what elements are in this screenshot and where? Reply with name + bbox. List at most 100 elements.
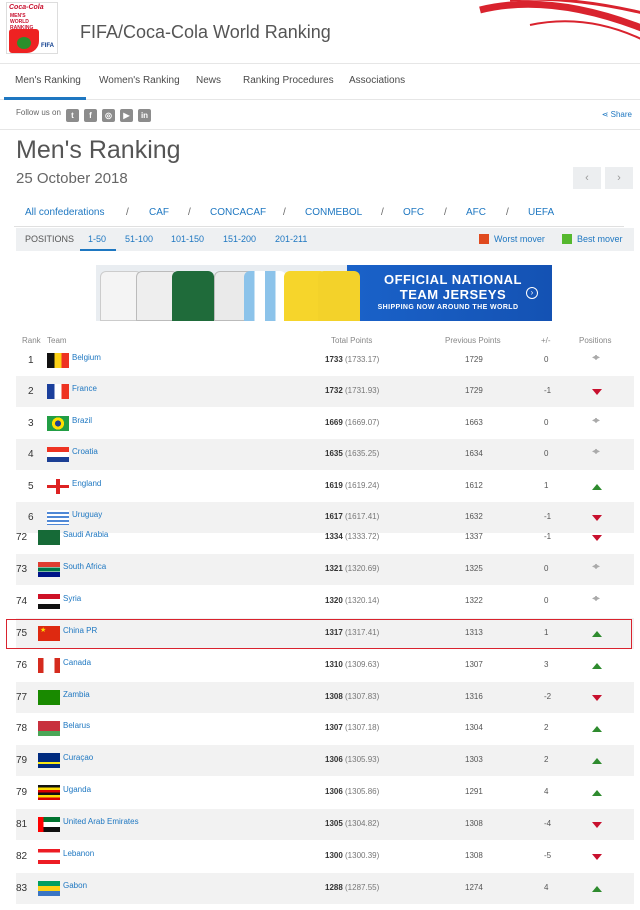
team-name-link[interactable]: Canada	[63, 658, 91, 667]
points-change: -1	[544, 512, 552, 521]
table-row[interactable]: 78 Belarus 1307 (1307.18) 1304 2	[16, 713, 634, 744]
nav-news[interactable]: News	[196, 75, 221, 86]
best-mover-swatch	[562, 234, 572, 244]
flag-zambia-icon	[38, 689, 60, 705]
table-row[interactable]: 76 Canada 1310 (1309.63) 1307 3	[16, 650, 634, 681]
conf-concacaf[interactable]: CONCACAF	[210, 207, 266, 218]
no-change-icon: ◂▸	[592, 592, 600, 604]
previous-points: 1308	[465, 819, 483, 829]
conf-afc[interactable]: AFC	[466, 207, 486, 218]
table-row[interactable]: 77 Zambia 1308 (1307.83) 1316 -2	[16, 681, 634, 713]
total-points-value: 1619	[325, 480, 343, 490]
team-name-link[interactable]: Zambia	[63, 690, 90, 699]
next-date-button[interactable]: ›	[605, 167, 633, 189]
team-name-link[interactable]: South Africa	[63, 562, 106, 571]
range-201-211[interactable]: 201-211	[275, 234, 307, 244]
total-points: 1669 (1669.07)	[325, 418, 379, 427]
range-active-indicator	[80, 249, 116, 251]
facebook-icon[interactable]: f	[84, 109, 97, 122]
team-name-link[interactable]: United Arab Emirates	[63, 817, 139, 826]
banner-subline: SHIPPING NOW AROUND THE WORLD	[377, 304, 519, 311]
flag-gabon-icon	[38, 880, 60, 896]
conf-caf[interactable]: CAF	[149, 207, 169, 218]
table-row[interactable]: 83 Gabon 1288 (1287.55) 1274 4	[16, 872, 634, 904]
flag-croatia-icon	[47, 447, 69, 463]
table-row[interactable]: 79 Curaçao 1306 (1305.93) 1303 2	[16, 745, 634, 777]
conf-all[interactable]: All confederations	[25, 207, 105, 218]
table-row[interactable]: 3 Brazil 1669 (1669.07) 1663 0 ◂▸	[16, 408, 634, 439]
table-row[interactable]: 74 Syria 1320 (1320.14) 1322 0 ◂▸	[16, 586, 634, 617]
nav-mens-ranking[interactable]: Men's Ranking	[15, 75, 81, 86]
site-header: Coca-Cola MEN'S WORLD RANKING FIFA FIFA/…	[0, 0, 640, 64]
range-101-150[interactable]: 101-150	[171, 234, 204, 244]
fifa-coca-cola-logo[interactable]: Coca-Cola MEN'S WORLD RANKING FIFA	[6, 2, 58, 54]
jersey-image	[318, 271, 360, 321]
nav-womens-ranking[interactable]: Women's Ranking	[99, 75, 180, 86]
conf-ofc[interactable]: OFC	[403, 207, 424, 218]
total-points: 1321 (1320.69)	[325, 564, 379, 573]
table-row[interactable]: 79 Uganda 1306 (1305.86) 1291 4	[16, 777, 634, 808]
flag-uae-icon	[38, 817, 60, 833]
total-points-value: 1310	[325, 659, 343, 669]
conf-conmebol[interactable]: CONMEBOL	[305, 207, 362, 218]
table-row[interactable]: 2 France 1732 (1731.93) 1729 -1	[16, 376, 634, 408]
positions-label: POSITIONS	[25, 234, 75, 244]
col-total-points: Total Points	[331, 336, 373, 345]
team-name-link[interactable]: Lebanon	[63, 849, 94, 858]
table-row[interactable]: 1 Belgium 1733 (1733.17) 1729 0 ◂▸	[16, 345, 634, 376]
share-button[interactable]: ⋖ Share	[602, 110, 632, 119]
table-row[interactable]: 4 Croatia 1635 (1635.25) 1634 0 ◂▸	[16, 439, 634, 471]
table-row[interactable]: 73 South Africa 1321 (1320.69) 1325 0 ◂▸	[16, 553, 634, 585]
team-name-link[interactable]: Brazil	[72, 416, 92, 425]
instagram-icon[interactable]: ◎	[102, 109, 115, 122]
total-points-value: 1669	[325, 417, 343, 427]
team-name-link[interactable]: Saudi Arabia	[63, 530, 108, 539]
range-51-100[interactable]: 51-100	[125, 234, 153, 244]
total-points-value: 1308	[325, 691, 343, 701]
conf-uefa[interactable]: UEFA	[528, 207, 554, 218]
col-previous-points: Previous Points	[445, 336, 501, 345]
total-points-value: 1288	[325, 882, 343, 892]
total-points: 1635 (1635.25)	[325, 449, 379, 458]
total-points-value: 1732	[325, 386, 343, 396]
table-row[interactable]: 5 England 1619 (1619.24) 1612 1	[16, 471, 634, 502]
rank-cell: 78	[16, 723, 28, 735]
table-row[interactable]: 82 Lebanon 1300 (1300.39) 1308 -5	[16, 841, 634, 872]
table-row[interactable]: 81 United Arab Emirates 1305 (1304.82) 1308…	[16, 809, 634, 841]
nav-ranking-procedures[interactable]: Ranking Procedures	[243, 75, 334, 86]
jersey-ad-banner[interactable]: OFFICIAL NATIONAL TEAM JERSEYS SHIPPING …	[96, 265, 552, 321]
team-name-link[interactable]: Uganda	[63, 785, 91, 794]
team-name-link[interactable]: Uruguay	[72, 510, 102, 519]
linkedin-icon[interactable]: in	[138, 109, 151, 122]
col-team: Team	[47, 336, 67, 345]
exact-points-value: (1305.86)	[342, 787, 380, 797]
team-name-link[interactable]: France	[72, 384, 97, 393]
team-name-link[interactable]: Curaçao	[63, 753, 93, 762]
youtube-icon[interactable]: ▶	[120, 109, 133, 122]
nav-associations[interactable]: Associations	[349, 75, 405, 86]
twitter-icon[interactable]: t	[66, 109, 79, 122]
previous-points: 1316	[465, 691, 483, 701]
points-change: 3	[544, 659, 549, 669]
team-name-link[interactable]: Belgium	[72, 353, 101, 362]
rank-cell: 79	[16, 755, 28, 767]
exact-points-value: (1307.18)	[342, 723, 380, 733]
swoosh-decoration	[479, 0, 640, 40]
team-name-link[interactable]: Syria	[63, 594, 81, 603]
range-151-200[interactable]: 151-200	[223, 234, 256, 244]
total-points-value: 1306	[325, 755, 343, 765]
team-name-link[interactable]: Gabon	[63, 881, 87, 890]
points-change: -4	[544, 819, 552, 829]
points-change: 0	[544, 417, 549, 427]
best-mover-label: Best mover	[577, 234, 623, 244]
previous-date-button[interactable]: ‹	[573, 167, 601, 189]
exact-points-value: (1617.41)	[342, 512, 380, 521]
team-name-link[interactable]: Belarus	[63, 721, 90, 730]
team-name-link[interactable]: Croatia	[72, 447, 98, 456]
points-change: 0	[544, 355, 549, 364]
total-points: 1334 (1333.72)	[325, 532, 379, 541]
table-row[interactable]: 72 Saudi Arabia 1334 (1333.72) 1337 -1	[16, 522, 634, 553]
range-1-50[interactable]: 1-50	[88, 234, 106, 244]
previous-points: 1322	[465, 595, 483, 605]
team-name-link[interactable]: England	[72, 479, 101, 488]
